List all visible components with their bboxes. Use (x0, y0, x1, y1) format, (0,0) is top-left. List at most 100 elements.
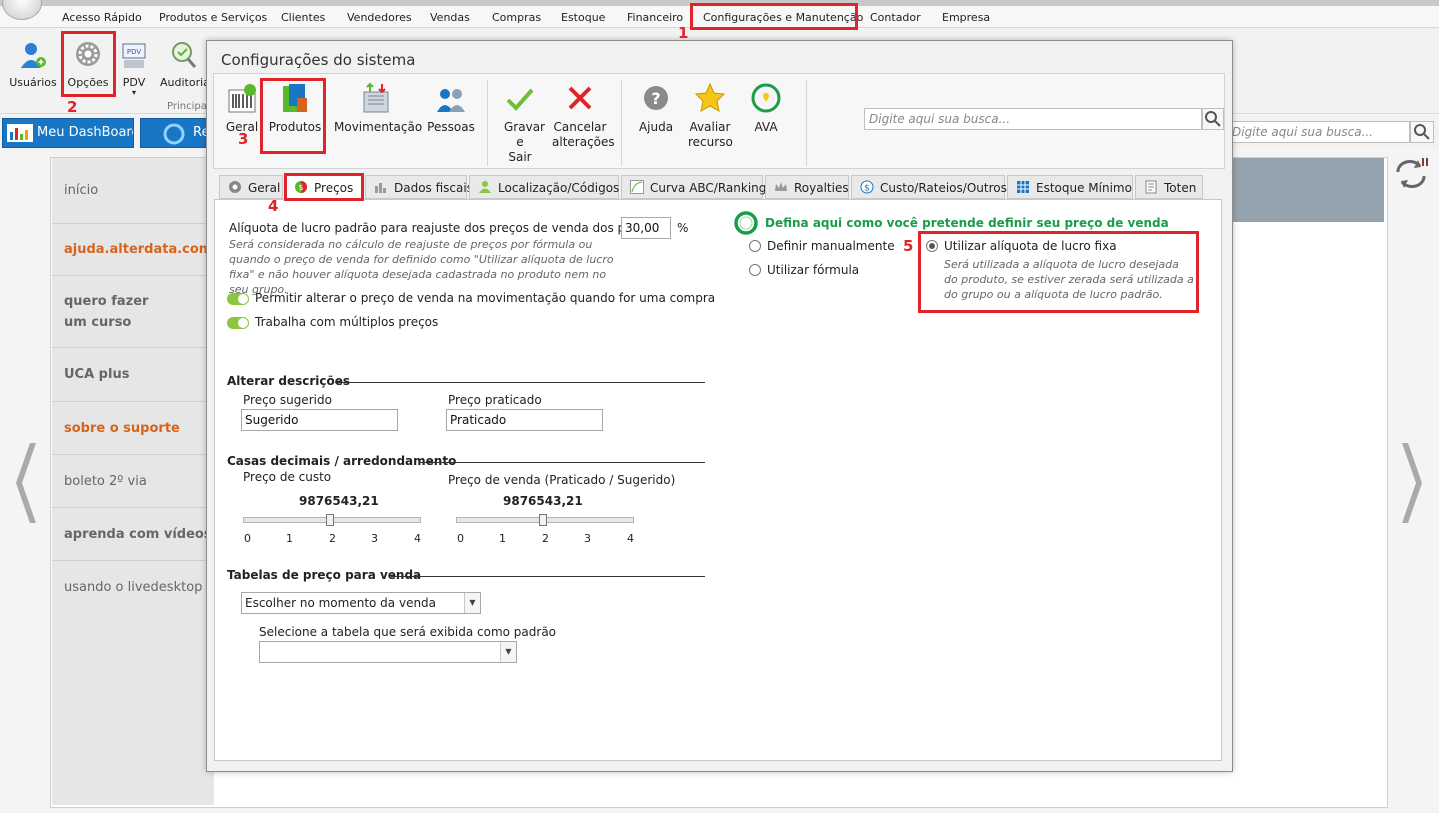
slider-tick: 0 (457, 532, 464, 545)
menu-empresa[interactable]: Empresa (942, 11, 990, 24)
menu-vendas[interactable]: Vendas (430, 11, 470, 24)
pdv-icon: PDV (122, 43, 146, 68)
radio-definir-manualmente-label: Definir manualmente (767, 239, 895, 253)
tab-second[interactable]: Re (140, 118, 210, 148)
sidebar-item-curso[interactable]: quero fazer um curso (52, 276, 214, 348)
auditoria-button[interactable]: Auditoria (160, 32, 210, 102)
stock-grid-icon (1017, 181, 1029, 193)
search-icon (1414, 124, 1430, 140)
annotation-box-opcoes (61, 31, 116, 97)
section-casas-decimais: Casas decimais / arredondamento (227, 454, 457, 468)
slider-tick: 3 (584, 532, 591, 545)
menu-financeiro[interactable]: Financeiro (627, 11, 683, 24)
next-arrow-icon[interactable] (1400, 443, 1422, 523)
annotation-box-aliquota-fixa (918, 231, 1199, 313)
annotation-number: 2 (67, 98, 78, 116)
preco-custo-label: Preço de custo (243, 470, 332, 484)
radio-definir-manualmente[interactable] (749, 240, 761, 252)
toggle-alterar-preco[interactable] (227, 293, 249, 305)
dialog-search-button[interactable] (1202, 108, 1224, 130)
users-icon (21, 43, 46, 68)
star-icon (694, 82, 726, 112)
menu-compras[interactable]: Compras (492, 11, 541, 24)
aliquota-label: Alíquota de lucro padrão para reajuste d… (229, 221, 671, 235)
aliquota-hint: Será considerada no cálculo de reajuste … (229, 238, 614, 296)
section-divider (335, 382, 705, 383)
toolbar-separator (806, 80, 807, 166)
dialog-toolbar: Geral Produtos Movimentação Pessoas Grav… (213, 73, 1225, 169)
sidebar-item-inicio[interactable]: início (52, 158, 214, 224)
tabela-preco-select[interactable]: Escolher no momento da venda ▼ (241, 592, 481, 614)
radio-utilizar-formula-label: Utilizar fórmula (767, 263, 860, 277)
ava-bulb-icon (751, 83, 781, 113)
dashboard-chart-icon (7, 124, 33, 142)
menu-clientes[interactable]: Clientes (281, 11, 325, 24)
sidebar-item-uca-plus[interactable]: UCA plus (52, 348, 214, 402)
section-divider (419, 462, 705, 463)
menu-estoque[interactable]: Estoque (561, 11, 605, 24)
main-search-button[interactable] (1410, 121, 1434, 143)
sidebar-item-livedesktop[interactable]: usando o livedesktop (52, 561, 214, 613)
radio-utilizar-formula[interactable] (749, 264, 761, 276)
tab-dados-fiscais[interactable]: Dados fiscais (365, 175, 473, 199)
preco-custo-slider-thumb[interactable] (326, 514, 334, 526)
tab-geral[interactable]: Geral (219, 175, 283, 199)
ring-logo-icon (734, 211, 758, 235)
ajuda-button[interactable]: ? Ajuda (632, 74, 680, 168)
slider-tick: 1 (499, 532, 506, 545)
tab-toten[interactable]: Toten (1135, 175, 1203, 199)
sidebar-item-ajuda[interactable]: ajuda.alterdata.com.br (52, 224, 214, 276)
ring-logo-icon (163, 123, 185, 145)
preco-sugerido-label: Preço sugerido (243, 393, 332, 407)
cancelar-alteracoes-button[interactable]: Cancelar alterações (548, 74, 615, 168)
section-alterar-descricoes: Alterar descrições (227, 374, 351, 388)
usuarios-button[interactable]: Usuários (8, 32, 58, 102)
chevron-down-icon[interactable]: ▼ (500, 642, 516, 662)
geral-button[interactable]: Geral (220, 74, 264, 168)
gravar-sair-button[interactable]: Gravar e Sair (498, 74, 545, 168)
sidebar-item-videos[interactable]: aprenda com vídeos (52, 508, 214, 561)
close-icon (568, 86, 592, 110)
dialog-search-input[interactable]: Digite aqui sua busca... (864, 108, 1202, 130)
preco-sugerido-input[interactable]: Sugerido (241, 409, 398, 431)
pdv-button[interactable]: PDV PDV ▾ (116, 32, 152, 102)
slider-tick: 2 (542, 532, 549, 545)
banner-strip (1232, 158, 1384, 222)
ribbon-group-label: Principal (167, 101, 210, 112)
annotation-number: 4 (268, 197, 279, 215)
preco-praticado-input[interactable]: Praticado (446, 409, 603, 431)
barcode-gear-icon (228, 84, 256, 113)
svg-text:?: ? (651, 89, 660, 108)
chevron-down-icon[interactable]: ▼ (464, 593, 480, 613)
slider-tick: 2 (329, 532, 336, 545)
tab-meu-dashboard[interactable]: Meu DashBoard (2, 118, 134, 148)
aliquota-input[interactable]: 30,00 (621, 217, 671, 239)
main-search-input[interactable]: Digite aqui sua busca... (1225, 121, 1410, 143)
pessoas-button[interactable]: Pessoas (426, 74, 476, 168)
gear-icon (229, 181, 241, 193)
previous-arrow-icon[interactable] (16, 443, 38, 523)
menu-contador[interactable]: Contador (870, 11, 921, 24)
tab-custo-rateios[interactable]: $ Custo/Rateios/Outros (851, 175, 1007, 199)
sidebar-item-suporte[interactable]: sobre o suporte (52, 402, 214, 455)
toggle-multiplos-precos[interactable] (227, 317, 249, 329)
ava-button[interactable]: AVA (744, 74, 788, 168)
tabela-padrao-select[interactable]: ▼ (259, 641, 517, 663)
tab-royalties[interactable]: Royalties (765, 175, 849, 199)
menu-produtos-servicos[interactable]: Produtos e Serviços (159, 11, 267, 24)
tab-estoque-minimo[interactable]: Estoque Mínimo (1007, 175, 1133, 199)
crown-icon (775, 182, 787, 191)
slider-tick: 4 (414, 532, 421, 545)
preco-venda-slider-thumb[interactable] (539, 514, 547, 526)
menu-vendedores[interactable]: Vendedores (347, 11, 412, 24)
toggle-alterar-preco-label: Permitir alterar o preço de venda na mov… (255, 291, 716, 305)
movimentacao-button[interactable]: Movimentação (334, 74, 422, 168)
avaliar-recurso-button[interactable]: Avaliar recurso (684, 74, 736, 168)
definir-preco-heading: Defina aqui como você pretende definir s… (765, 216, 1169, 230)
tab-localizacao-codigos[interactable]: Localização/Códigos (469, 175, 619, 199)
tab-curva-abc[interactable]: Curva ABC/Ranking (621, 175, 766, 199)
refresh-icon[interactable] (1392, 158, 1432, 190)
sidebar-item-boleto[interactable]: boleto 2º via (52, 455, 214, 508)
menu-acesso-rapido[interactable]: Acesso Rápido (62, 11, 142, 24)
movement-icon (363, 82, 389, 113)
